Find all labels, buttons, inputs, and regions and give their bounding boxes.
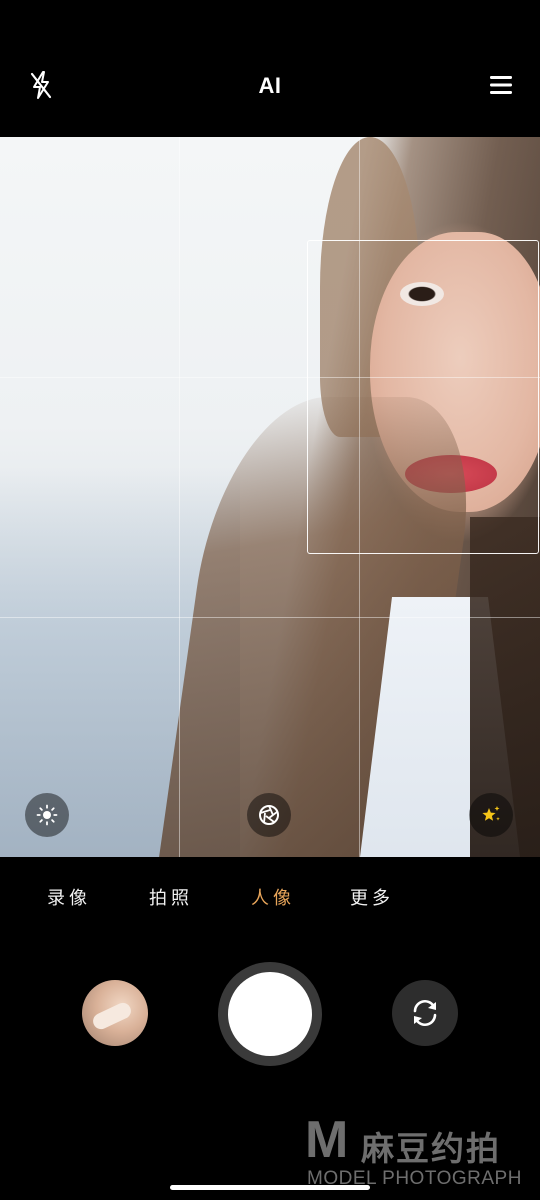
ai-scene-button[interactable]: AI [240, 68, 300, 104]
flash-off-icon [30, 71, 52, 99]
hamburger-menu-icon [490, 76, 512, 94]
grid-line [179, 137, 180, 857]
exposure-button[interactable] [25, 793, 69, 837]
mode-portrait[interactable]: 人像 [251, 884, 295, 910]
mode-selector: 录像 拍照 人像 更多 [0, 870, 540, 926]
thumbnail-image [90, 1000, 134, 1032]
watermark-name-cn: 麻豆约拍 [361, 1129, 501, 1168]
face-detection-box [307, 240, 539, 554]
mode-more[interactable]: 更多 [350, 884, 394, 910]
beauty-button[interactable] [469, 793, 513, 837]
mode-photo[interactable]: 拍照 [149, 884, 193, 910]
switch-camera-icon [413, 999, 437, 1027]
gallery-thumbnail[interactable] [82, 980, 148, 1046]
top-bar: AI [0, 0, 540, 137]
home-indicator[interactable] [170, 1185, 370, 1190]
mode-video[interactable]: 录像 [47, 884, 91, 910]
shutter-button[interactable] [218, 962, 322, 1066]
flash-toggle-button[interactable] [24, 68, 58, 102]
shutter-inner [228, 972, 312, 1056]
beauty-star-icon [482, 806, 500, 821]
menu-button[interactable] [486, 70, 516, 100]
aperture-icon [259, 805, 279, 825]
switch-camera-button[interactable] [392, 980, 458, 1046]
aperture-button[interactable] [247, 793, 291, 837]
exposure-sun-icon [36, 804, 58, 826]
camera-viewfinder[interactable] [0, 137, 540, 857]
watermark-logo: M [305, 1111, 349, 1169]
watermark: M 麻豆约拍 MODEL PHOTOGRAPH [305, 1110, 537, 1194]
grid-line [0, 617, 540, 618]
